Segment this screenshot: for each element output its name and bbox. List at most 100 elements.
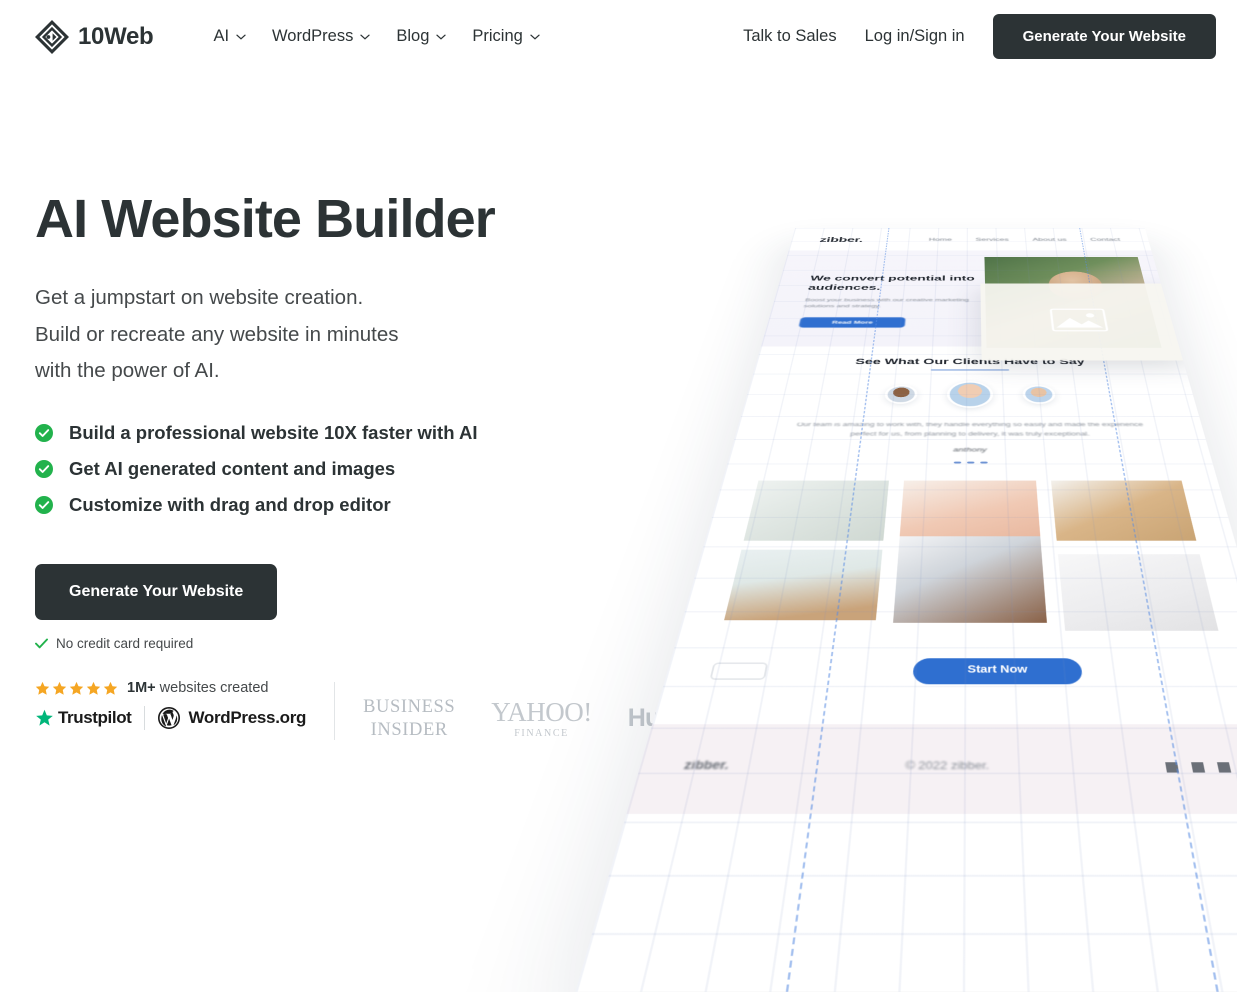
- mockup-brand: zibber.: [818, 235, 864, 244]
- login-signin-link[interactable]: Log in/Sign in: [851, 19, 979, 54]
- nav-item-blog[interactable]: Blog: [383, 19, 459, 54]
- mockup-bottom-row: Start Now: [708, 657, 1231, 684]
- feature-list-item: Customize with drag and drop editor: [35, 494, 655, 516]
- brand-logo-link[interactable]: 10Web: [35, 19, 154, 54]
- section-underline: [930, 369, 1010, 371]
- nav-item-label: Pricing: [472, 27, 523, 45]
- mockup-nav-item: Contact: [1089, 237, 1121, 242]
- page-title: AI Website Builder: [35, 189, 496, 249]
- nav-item-ai[interactable]: AI: [200, 19, 259, 54]
- mockup-footer-copyright: © 2022 zibber.: [904, 760, 990, 773]
- no-credit-card-note: No credit card required: [35, 636, 655, 651]
- yahoo-finance-logo: YAHOO! FINANCE: [491, 698, 592, 739]
- trustpilot-badge[interactable]: Trustpilot: [35, 708, 132, 728]
- mockup-footer: zibber. © 2022 zibber.: [626, 723, 1237, 814]
- chevron-down-icon: [436, 34, 447, 40]
- divider: [144, 706, 146, 730]
- mockup-headline: We convert potential into audiences.: [807, 274, 975, 292]
- gallery-photo: [899, 480, 1041, 541]
- mockup-quote-author: anthony: [953, 446, 987, 453]
- mockup-nav-item: About us: [1032, 237, 1067, 242]
- avatar: [946, 381, 994, 408]
- websites-created-label: 1M+ websites created: [127, 680, 268, 696]
- gallery-photo: [724, 549, 884, 620]
- star-icon: [103, 681, 118, 695]
- social-proof-ratings: 1M+ websites created Trustpilot WordPres…: [35, 680, 306, 730]
- check-circle-icon: [35, 423, 53, 442]
- star-icon: [35, 681, 50, 695]
- header-actions: Talk to Sales Log in/Sign in Generate Yo…: [729, 14, 1216, 59]
- badge-row: Trustpilot WordPress.org: [35, 706, 306, 730]
- gallery-photo: [1057, 553, 1219, 631]
- social-icon: [1216, 761, 1232, 772]
- nav-item-pricing[interactable]: Pricing: [459, 19, 552, 54]
- websites-created-suffix: websites created: [159, 680, 269, 696]
- feature-label: Get AI generated content and images: [69, 457, 396, 479]
- mockup-photo-gallery: [722, 480, 1219, 631]
- hero-subtitle-line: Build or recreate any website in minutes: [35, 322, 399, 346]
- hero-subtitle: Get a jumpstart on website creation. Bui…: [35, 280, 655, 389]
- yahoo-finance-sub: FINANCE: [514, 727, 569, 739]
- hero-subtitle-line: Get a jumpstart on website creation.: [35, 286, 364, 310]
- talk-to-sales-link[interactable]: Talk to Sales: [729, 19, 851, 54]
- mockup-hero: We convert potential into audiences. Boo…: [761, 250, 1189, 361]
- wordpress-icon: [158, 707, 181, 729]
- star-icon: [86, 681, 101, 695]
- business-insider-logo: BUSINESS INSIDER: [363, 696, 455, 741]
- image-placeholder-card: [980, 283, 1189, 361]
- websites-created-count: 1M+: [127, 680, 156, 696]
- mockup-hero-button: Read More: [798, 317, 906, 328]
- wordpress-label: WordPress.org: [188, 708, 307, 727]
- star-icon: [52, 681, 67, 695]
- gallery-photo: [893, 535, 1047, 623]
- check-icon: [35, 638, 48, 649]
- business-insider-line-1: BUSINESS: [363, 697, 456, 717]
- feature-label: Customize with drag and drop editor: [69, 493, 391, 515]
- image-placeholder-icon: [1049, 308, 1109, 331]
- hero-content: AI Website Builder Get a jumpstart on we…: [35, 190, 655, 651]
- feature-list-item: Build a professional website 10X faster …: [35, 422, 655, 444]
- check-circle-icon: [35, 495, 53, 514]
- chevron-down-icon: [236, 34, 246, 40]
- mockup-nav-item: Services: [975, 237, 1009, 242]
- brand-name: 10Web: [78, 22, 154, 50]
- mockup-nav: zibber. Home Services About us Contact: [788, 228, 1152, 251]
- gallery-photo: [1050, 480, 1197, 541]
- wordpress-badge[interactable]: WordPress.org: [158, 707, 306, 729]
- nav-item-wordpress[interactable]: WordPress: [259, 19, 383, 54]
- gallery-photo: [743, 480, 890, 541]
- social-icon: [1190, 761, 1205, 772]
- feature-list-item: Get AI generated content and images: [35, 458, 655, 480]
- hero-mockup: zibber. Home Services About us Contact W…: [575, 228, 1237, 992]
- hero-subtitle-line: with the power of AI.: [35, 359, 220, 383]
- mockup-nav-item: Home: [928, 237, 952, 242]
- feature-label: Build a professional website 10X faster …: [69, 421, 478, 443]
- carousel-dots: [727, 461, 1212, 464]
- rating-row: 1M+ websites created: [35, 680, 306, 696]
- no-credit-card-label: No credit card required: [56, 635, 194, 651]
- feature-list: Build a professional website 10X faster …: [35, 422, 655, 516]
- check-circle-icon: [35, 459, 53, 478]
- site-header: 10Web AI WordPress Blog Pricing Talk to …: [0, 0, 1237, 73]
- trustpilot-star-icon: [36, 709, 53, 726]
- nav-item-label: AI: [213, 27, 230, 45]
- avatar: [1022, 384, 1057, 404]
- mockup-nav-links: Home Services About us Contact: [929, 237, 1121, 242]
- divider: [334, 682, 336, 740]
- avatar: [883, 384, 918, 404]
- 10web-diamond-logo-icon: [35, 19, 69, 54]
- nav-item-label: WordPress: [272, 27, 354, 45]
- mockup-avatars: [743, 381, 1196, 408]
- mockup-chip: [709, 661, 769, 680]
- trustpilot-label: Trustpilot: [58, 708, 132, 727]
- business-insider-line-2: INSIDER: [370, 719, 448, 740]
- nav-item-label: Blog: [396, 27, 430, 45]
- hero-generate-website-button[interactable]: Generate Your Website: [35, 563, 278, 620]
- chevron-down-icon: [530, 34, 540, 40]
- star-rating: [35, 681, 118, 696]
- star-icon: [69, 681, 84, 695]
- header-generate-website-button[interactable]: Generate Your Website: [992, 14, 1216, 59]
- social-proof: 1M+ websites created Trustpilot WordPres…: [35, 680, 727, 741]
- mockup-paragraph: Boost your business with our creative ma…: [803, 297, 969, 309]
- mockup-website-preview: zibber. Home Services About us Contact W…: [575, 228, 1237, 992]
